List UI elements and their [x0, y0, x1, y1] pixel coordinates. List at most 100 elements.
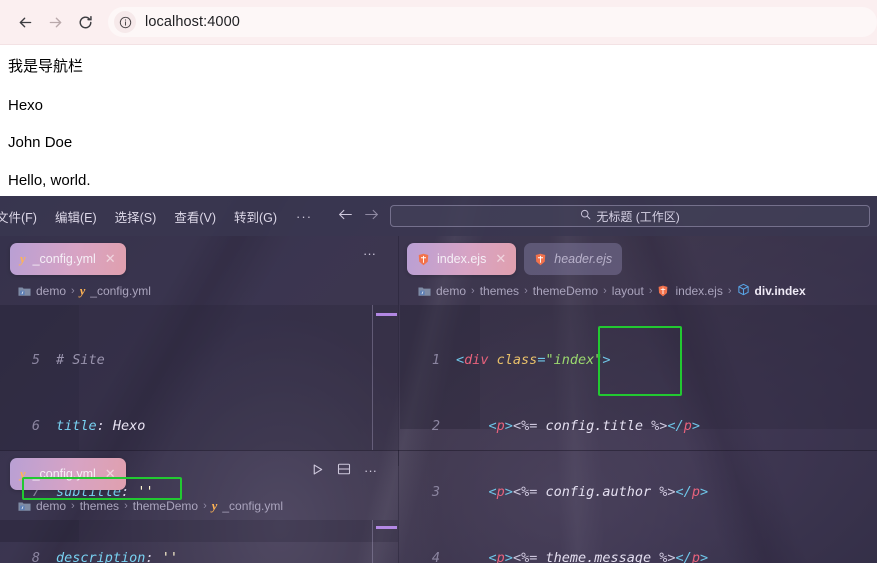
browser-window: localhost:4000 我是导航栏 Hexo John Doe Hello…	[0, 0, 877, 196]
right-breadcrumb: demo › themes › themeDemo › layout › ind…	[418, 280, 806, 302]
code-line: 6 title: Hexo	[8, 415, 178, 437]
bottom-editor-tabs: y _config.yml ✕	[10, 453, 134, 495]
nav-back-icon[interactable]	[336, 208, 354, 224]
bottom-breadcrumb: demo › themes › themeDemo › y _config.ym…	[18, 495, 283, 517]
menu-goto[interactable]: 转到(G)	[225, 203, 286, 230]
bottom-minimap-slider[interactable]	[376, 526, 397, 529]
menu-view[interactable]: 查看(V)	[165, 203, 225, 230]
editor-group-splitter[interactable]	[398, 236, 399, 466]
code-line: 4 <p><%= theme.message %></p>	[408, 547, 708, 563]
search-icon	[580, 209, 591, 223]
yaml-icon: y	[79, 283, 86, 298]
breadcrumb-config-yml[interactable]: _config.yml	[222, 499, 283, 513]
left-breadcrumb: demo › y _config.yml	[18, 280, 151, 302]
quick-input-label: 无标题 (工作区)	[596, 209, 680, 224]
menu-select[interactable]: 选择(S)	[106, 203, 166, 230]
breadcrumb-themes[interactable]: themes	[80, 499, 119, 513]
tab-config-yml-bottom[interactable]: y _config.yml ✕	[10, 458, 126, 490]
line-number: 4	[431, 550, 440, 563]
line-number: 1	[431, 352, 440, 368]
breadcrumb-div-index[interactable]: div.index	[755, 284, 806, 298]
browser-toolbar: localhost:4000	[0, 0, 877, 45]
page-line-message: Hello, world.	[8, 171, 91, 189]
bottom-group-splitter[interactable]	[0, 450, 877, 451]
breadcrumb-themes[interactable]: themes	[480, 284, 519, 298]
vscode-window: 文件(F) 编辑(E) 选择(S) 查看(V) 转到(G) ··· 无标题 (工…	[0, 196, 877, 563]
breadcrumb-separator: ›	[471, 285, 475, 297]
titlebar-navigation	[336, 208, 380, 224]
ellipsis-icon[interactable]: ···	[363, 247, 376, 260]
split-editor-icon[interactable]	[337, 462, 351, 478]
bottom-code[interactable]: 1message: Hello, world.	[8, 520, 236, 563]
ejs-icon	[417, 253, 430, 266]
ejs-icon	[534, 253, 547, 266]
menu-file[interactable]: 文件(F)	[0, 203, 46, 230]
symbol-namespace-icon	[737, 283, 750, 299]
menu-edit[interactable]: 编辑(E)	[46, 203, 106, 230]
quick-input-box[interactable]: 无标题 (工作区)	[390, 205, 871, 227]
left-editor-tabs: y _config.yml ✕	[10, 238, 134, 280]
info-circle-icon[interactable]	[114, 11, 136, 33]
folder-icon	[18, 285, 31, 297]
breadcrumb-separator: ›	[124, 500, 128, 512]
left-minimap[interactable]	[372, 305, 398, 450]
tab-label: _config.yml	[32, 252, 96, 266]
bottom-group-splitter-vertical[interactable]	[398, 450, 399, 563]
tab-label: index.ejs	[437, 252, 487, 266]
breadcrumb-demo[interactable]: demo	[36, 499, 66, 513]
page-line-title: Hexo	[8, 96, 44, 114]
tab-config-yml-left[interactable]: y _config.yml ✕	[10, 243, 126, 275]
breadcrumb-demo[interactable]: demo	[436, 284, 466, 298]
yaml-icon: y	[20, 466, 26, 481]
breadcrumb-themeDemo[interactable]: themeDemo	[133, 499, 198, 513]
close-icon[interactable]: ✕	[105, 466, 116, 482]
breadcrumb-separator: ›	[727, 285, 732, 297]
yaml-icon: y	[211, 498, 218, 513]
bottom-group-actions: ···	[311, 462, 377, 478]
breadcrumb-separator: ›	[524, 285, 528, 297]
right-editor-tabs: index.ejs ✕ header.ejs	[407, 238, 630, 280]
page-line-author: John Doe	[8, 134, 73, 151]
nav-forward-icon[interactable]	[362, 208, 380, 224]
yaml-icon: y	[20, 251, 26, 266]
address-bar[interactable]: localhost:4000	[108, 7, 877, 37]
tab-index-ejs[interactable]: index.ejs ✕	[407, 243, 517, 275]
line-number: 2	[431, 418, 440, 434]
address-bar-url: localhost:4000	[145, 14, 240, 30]
close-icon[interactable]: ✕	[495, 251, 506, 267]
titlebar: 文件(F) 编辑(E) 选择(S) 查看(V) 转到(G) ··· 无标题 (工…	[0, 196, 877, 236]
breadcrumb-config-yml[interactable]: _config.yml	[90, 284, 151, 298]
code-line: 5 # Site	[8, 349, 178, 371]
breadcrumb-demo[interactable]: demo	[36, 284, 66, 298]
breadcrumb-separator: ›	[203, 500, 207, 512]
close-icon[interactable]: ✕	[105, 251, 116, 267]
right-code[interactable]: 1 <div class="index"> 2 <p><%= config.tit…	[408, 305, 708, 563]
tab-label: header.ejs	[554, 252, 613, 266]
ellipsis-icon[interactable]: ···	[364, 464, 377, 477]
line-number: 3	[431, 484, 440, 500]
reload-icon[interactable]	[70, 7, 100, 37]
page-content: 我是导航栏 Hexo John Doe Hello, world.	[0, 45, 877, 196]
line-number: 6	[31, 418, 40, 434]
breadcrumb-themeDemo[interactable]: themeDemo	[533, 284, 598, 298]
forward-icon[interactable]	[40, 7, 70, 37]
left-minimap-slider[interactable]	[376, 313, 397, 316]
breadcrumb-layout[interactable]: layout	[612, 284, 644, 298]
code-text: # Site	[56, 352, 105, 368]
tab-header-ejs[interactable]: header.ejs	[524, 243, 623, 275]
menu-overflow-icon[interactable]: ···	[286, 209, 322, 224]
back-icon[interactable]	[10, 7, 40, 37]
code-line: 3 <p><%= config.author %></p>	[408, 481, 708, 503]
line-number: 5	[31, 352, 40, 368]
breadcrumb-separator: ›	[603, 285, 607, 297]
breadcrumb-index-ejs[interactable]: index.ejs	[675, 284, 722, 298]
tab-label: _config.yml	[32, 467, 96, 481]
code-line: 2 <p><%= config.title %></p>	[408, 415, 708, 437]
breadcrumb-separator: ›	[648, 285, 653, 297]
menubar: 文件(F) 编辑(E) 选择(S) 查看(V) 转到(G) ···	[0, 203, 322, 230]
breadcrumb-separator: ›	[71, 500, 75, 512]
run-play-icon[interactable]	[311, 463, 324, 478]
folder-icon	[418, 285, 431, 297]
ejs-icon	[657, 285, 670, 298]
breadcrumb-separator: ›	[71, 285, 75, 297]
